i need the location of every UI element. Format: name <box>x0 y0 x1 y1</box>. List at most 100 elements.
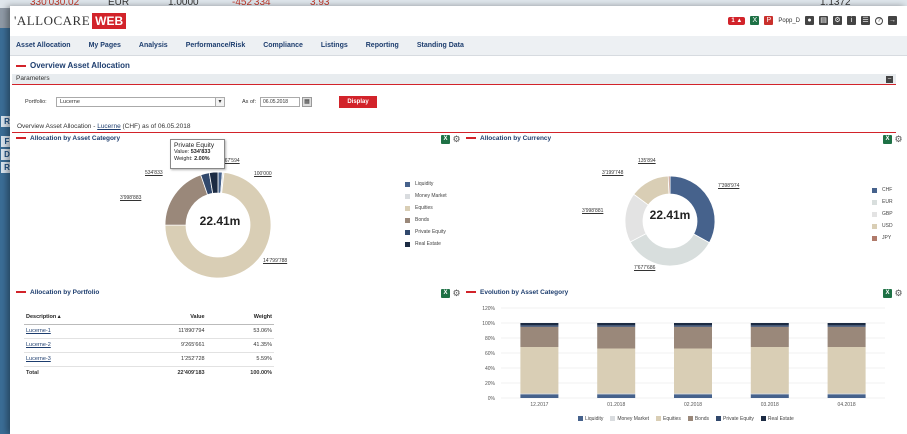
evolution-title-text: Evolution by Asset Category <box>480 289 569 296</box>
bar-segment-real-estate[interactable] <box>520 323 559 326</box>
bar-segment-private-equity[interactable] <box>674 325 712 327</box>
pdf-icon[interactable]: P <box>764 16 774 25</box>
tooltip-weight-number: 2.00% <box>194 156 210 162</box>
bar-segment-liquidity[interactable] <box>827 394 866 398</box>
bar-segment-equities[interactable] <box>827 347 866 394</box>
portfolio-link[interactable]: Lucerne-2 <box>26 342 51 348</box>
info-icon[interactable]: i <box>847 16 856 25</box>
legend-item[interactable]: Money Market <box>610 416 649 422</box>
legend-item[interactable]: EUR <box>872 196 893 208</box>
bar-segment-private-equity[interactable] <box>827 325 866 327</box>
legend-item[interactable]: GBP <box>872 208 893 220</box>
legend-swatch <box>760 416 766 422</box>
collapse-icon[interactable]: – <box>886 76 893 83</box>
excel-export-icon[interactable]: X <box>441 289 450 298</box>
excel-export-icon[interactable]: X <box>883 135 892 144</box>
settings-icon[interactable]: ⚙ <box>833 16 842 25</box>
bar-segment-liquidity[interactable] <box>674 394 712 398</box>
gear-icon[interactable]: ⚙ <box>894 289 903 298</box>
bar-segment-equities[interactable] <box>597 348 636 394</box>
slice-eur[interactable] <box>629 233 710 267</box>
gear-icon[interactable]: ⚙ <box>894 135 903 144</box>
column-value[interactable]: Value <box>125 311 207 325</box>
asof-date-field[interactable]: 06.05.2018 <box>260 97 300 107</box>
bar-segment-money-market[interactable] <box>827 393 866 395</box>
bar-segment-real-estate[interactable] <box>750 323 789 326</box>
bar-segment-private-equity[interactable] <box>750 325 789 327</box>
legend-item[interactable]: Private Equity <box>716 416 754 422</box>
logout-icon[interactable]: → <box>888 16 897 25</box>
bar-segment-equities[interactable] <box>750 347 789 394</box>
portfolio-link[interactable]: Lucerne <box>97 123 121 130</box>
legend-item[interactable]: CHF <box>872 184 893 196</box>
portfolio-link[interactable]: Lucerne-3 <box>26 356 51 362</box>
portfolio-link[interactable]: Lucerne-1 <box>26 328 51 334</box>
help-icon[interactable]: ? <box>875 16 883 25</box>
bar-segment-equities[interactable] <box>674 348 712 394</box>
bar-segment-bonds[interactable] <box>520 326 559 347</box>
bar-segment-real-estate[interactable] <box>674 323 712 326</box>
bar-segment-liquidity[interactable] <box>597 394 636 398</box>
portfolio-select[interactable]: Lucerne ▾ <box>56 97 225 107</box>
nav-performance-risk[interactable]: Performance/Risk <box>186 42 246 49</box>
nav-my-pages[interactable]: My Pages <box>89 42 121 49</box>
legend-item[interactable]: Real Estate <box>760 416 794 422</box>
bar-segment-money-market[interactable] <box>674 393 712 395</box>
legend-item[interactable]: Real Estate <box>405 238 447 250</box>
slice-jpy[interactable] <box>667 175 671 195</box>
bar-segment-bonds[interactable] <box>827 326 866 347</box>
user-icon[interactable]: ● <box>805 16 814 25</box>
bar-segment-money-market[interactable] <box>520 393 559 395</box>
portfolio-label: Portfolio: <box>25 99 47 105</box>
app-logo[interactable]: 'ALLOCARE WEB <box>14 13 127 29</box>
user-name[interactable]: Popp_D <box>778 18 800 24</box>
bar-segment-real-estate[interactable] <box>597 323 636 326</box>
gear-icon[interactable]: ⚙ <box>452 289 461 298</box>
excel-export-icon[interactable]: X <box>883 289 892 298</box>
legend-item[interactable]: Liquidity <box>405 178 447 190</box>
excel-export-icon[interactable]: X <box>441 135 450 144</box>
column-weight[interactable]: Weight <box>206 311 274 325</box>
document-icon[interactable]: ☰ <box>861 16 870 25</box>
legend-item[interactable]: Money Market <box>405 190 447 202</box>
column-description[interactable]: Description ▴ <box>24 311 126 325</box>
bar-segment-money-market[interactable] <box>750 393 789 395</box>
bar-segment-private-equity[interactable] <box>520 325 559 327</box>
bar-segment-liquidity[interactable] <box>520 394 559 398</box>
legend-swatch <box>405 217 410 223</box>
gear-icon[interactable]: ⚙ <box>452 135 461 144</box>
notification-badge[interactable]: 1 ▲ <box>728 16 746 25</box>
print-icon[interactable]: ▤ <box>819 16 828 25</box>
bar-segment-equities[interactable] <box>520 347 559 394</box>
bar-segment-money-market[interactable] <box>597 393 636 395</box>
parameters-header[interactable]: Parameters – <box>12 74 896 85</box>
legend-item[interactable]: Private Equity <box>405 226 447 238</box>
legend-label: Bonds <box>694 416 710 422</box>
legend-item[interactable]: Bonds <box>687 416 710 422</box>
legend-item[interactable]: Equities <box>656 416 681 422</box>
calendar-icon[interactable]: ▦ <box>302 97 312 107</box>
pie-label: 3'199'748 <box>602 170 624 176</box>
legend-swatch <box>610 416 616 422</box>
legend-swatch <box>405 181 410 187</box>
nav-asset-allocation[interactable]: Asset Allocation <box>16 42 71 49</box>
nav-reporting[interactable]: Reporting <box>366 42 399 49</box>
bar-segment-bonds[interactable] <box>597 326 636 349</box>
nav-standing-data[interactable]: Standing Data <box>417 42 464 49</box>
legend-item[interactable]: Equities <box>405 202 447 214</box>
legend-item[interactable]: Liquidity <box>578 416 603 422</box>
nav-listings[interactable]: Listings <box>321 42 348 49</box>
bar-segment-bonds[interactable] <box>674 326 712 349</box>
nav-analysis[interactable]: Analysis <box>139 42 168 49</box>
bar-segment-private-equity[interactable] <box>597 325 636 327</box>
legend-item[interactable]: JPY <box>872 232 893 244</box>
bar-segment-real-estate[interactable] <box>827 323 866 326</box>
legend-item[interactable]: USD <box>872 220 893 232</box>
nav-compliance[interactable]: Compliance <box>263 42 303 49</box>
display-button[interactable]: Display <box>339 96 377 108</box>
pie-label: 534'833 <box>145 170 163 176</box>
bar-segment-liquidity[interactable] <box>750 394 789 398</box>
excel-icon[interactable]: X <box>750 16 760 25</box>
bar-segment-bonds[interactable] <box>750 326 789 347</box>
legend-item[interactable]: Bonds <box>405 214 447 226</box>
